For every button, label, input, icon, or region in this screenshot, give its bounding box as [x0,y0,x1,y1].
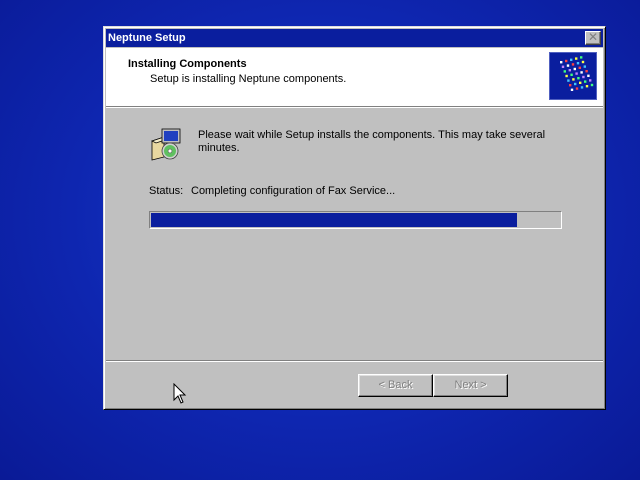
status-label: Status: [149,185,184,197]
logo-dot [579,81,582,84]
logo-dot [570,88,574,91]
back-button[interactable]: < Back [358,374,433,397]
window-title: Neptune Setup [108,32,186,44]
logo-dot [569,84,572,87]
logo-dot [560,61,563,64]
title-bar[interactable]: Neptune Setup ✕ [106,29,603,47]
logo-dot [577,77,580,80]
logo-dot [583,65,586,68]
logo-dot [585,85,589,88]
close-icon: ✕ [587,30,599,44]
logo-dot [575,87,579,90]
logo-dot [589,79,592,82]
logo-dot [570,73,573,76]
logo-dot [570,58,573,61]
logo-dot [580,71,583,74]
logo-dot [582,75,585,79]
logo-dot [581,60,585,64]
logo-dot [571,63,575,66]
logo-dot [585,70,588,73]
info-message: Please wait while Setup installs the com… [198,129,546,154]
logo-dot [561,65,565,68]
page-title: Installing Components [128,58,247,70]
logo-dot [584,80,587,83]
close-button[interactable]: ✕ [585,31,601,45]
logo-dot [578,66,581,69]
logo-dot [587,74,590,77]
progress-bar [149,211,562,229]
logo-dot [576,62,580,65]
logo-dot [565,74,568,78]
setup-window: Neptune Setup ✕ Installing Components Se… [103,26,606,410]
logo-dot [575,72,578,75]
logo-dot [580,86,584,89]
logo-dot [575,57,578,60]
footer-divider [106,360,603,362]
setup-logo-icon [549,52,597,100]
logo-dot [566,64,570,67]
logo-dot [590,83,594,87]
logo-dot [580,56,583,59]
header-divider [106,106,603,108]
progress-fill [151,213,517,227]
status-text: Completing configuration of Fax Service.… [191,185,396,197]
logo-dot [565,59,568,63]
setup-computer-icon [150,127,184,161]
logo-dot [573,67,576,71]
wizard-header: Installing Components Setup is installin… [106,48,603,106]
logo-dot [572,78,575,81]
next-button[interactable]: Next > [433,374,508,397]
logo-dot [568,69,571,72]
logo-dot [567,79,570,82]
logo-dot [563,70,566,73]
page-subtitle: Setup is installing Neptune components. [150,73,347,85]
mouse-pointer-icon [173,382,187,405]
logo-dot [574,82,577,86]
